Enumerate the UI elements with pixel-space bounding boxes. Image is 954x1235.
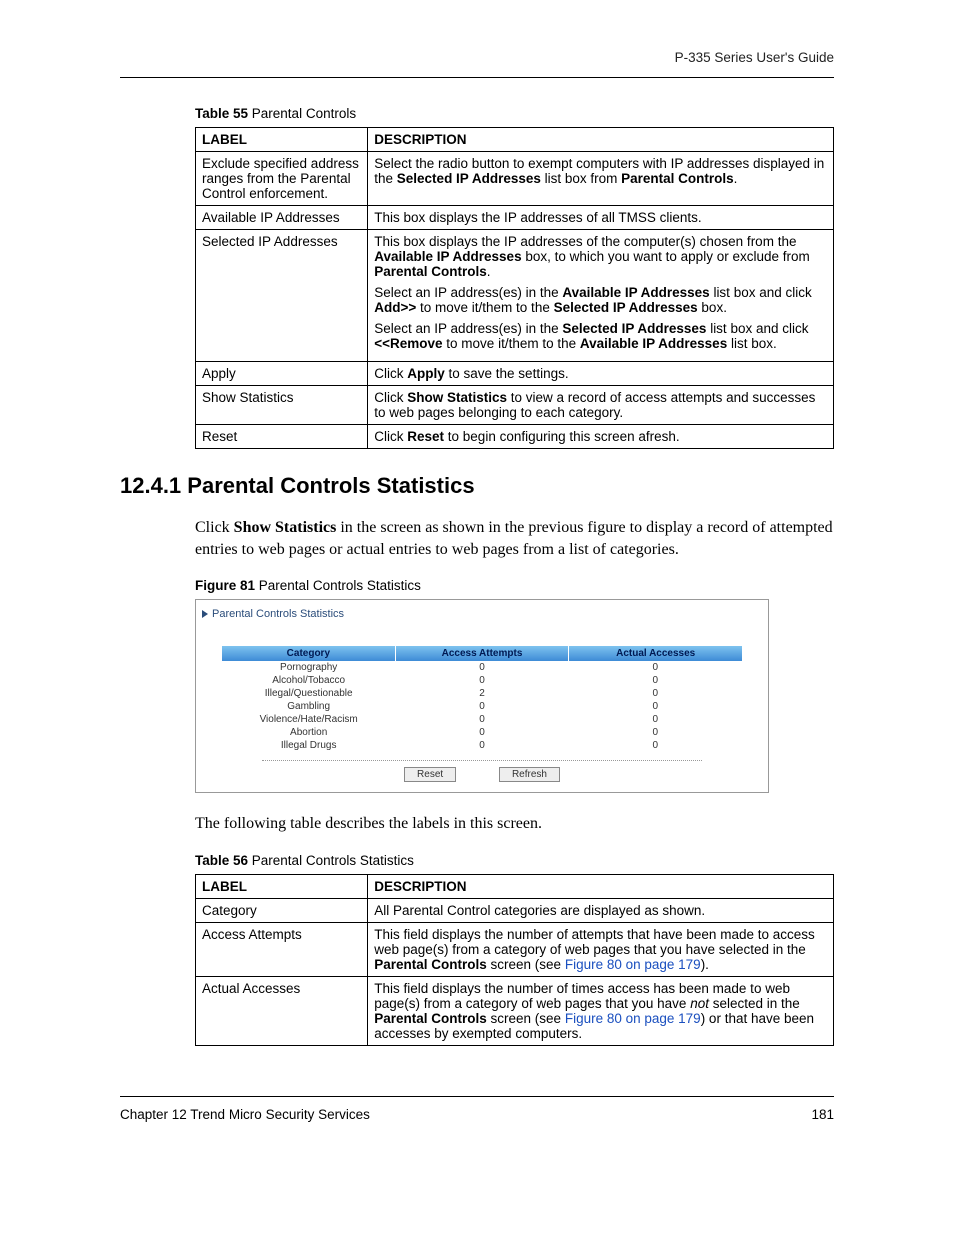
table56-caption-title: Parental Controls Statistics	[248, 853, 414, 868]
table-row: CategoryAll Parental Control categories …	[196, 898, 834, 922]
cross-reference-link[interactable]: Figure 80 on page 179	[565, 957, 701, 972]
figure-button-row: Reset Refresh	[202, 767, 762, 782]
table-row: Available IP AddressesThis box displays …	[196, 206, 834, 230]
figure81-caption-title: Parental Controls Statistics	[255, 578, 421, 593]
stats-header-cell: Access Attempts	[396, 646, 570, 661]
table-row: Access AttemptsThis field displays the n…	[196, 922, 834, 976]
table-row: Selected IP AddressesThis box displays t…	[196, 230, 834, 362]
figure-divider	[262, 760, 702, 761]
table55: LABEL DESCRIPTION Exclude specified addr…	[195, 127, 834, 449]
table-row: Show StatisticsClick Show Statistics to …	[196, 386, 834, 425]
table55-head-desc: DESCRIPTION	[368, 128, 834, 152]
stats-table: CategoryAccess AttemptsActual Accesses P…	[202, 646, 762, 752]
table-row: Actual AccessesThis field displays the n…	[196, 976, 834, 1045]
table55-caption: Table 55 Parental Controls	[195, 106, 834, 121]
table56-head-desc: DESCRIPTION	[368, 874, 834, 898]
stats-row: Alcohol/Tobacco00	[222, 674, 742, 687]
stats-cell: 0	[569, 661, 742, 674]
figure81-caption-number: Figure 81	[195, 578, 255, 593]
stats-cell: 0	[395, 700, 568, 713]
stats-header-cell: Category	[222, 646, 396, 661]
stats-cell: 0	[395, 713, 568, 726]
stats-cell: Gambling	[222, 700, 395, 713]
figure81-panel: Parental Controls Statistics CategoryAcc…	[195, 599, 769, 793]
table55-caption-number: Table 55	[195, 106, 248, 121]
stats-cell: 0	[569, 674, 742, 687]
refresh-button[interactable]: Refresh	[499, 767, 560, 782]
stats-cell: 2	[395, 687, 568, 700]
table-cell-description: Click Apply to save the settings.	[368, 362, 834, 386]
stats-cell: Pornography	[222, 661, 395, 674]
table-row: ResetClick Reset to begin configuring th…	[196, 425, 834, 449]
stats-cell: 0	[395, 726, 568, 739]
stats-row: Illegal Drugs00	[222, 739, 742, 752]
stats-cell: 0	[569, 687, 742, 700]
stats-cell: 0	[569, 713, 742, 726]
table-row: Exclude specified address ranges from th…	[196, 152, 834, 206]
table-cell-description: This field displays the number of times …	[368, 976, 834, 1045]
stats-header-row: CategoryAccess AttemptsActual Accesses	[222, 646, 742, 661]
table56-caption-number: Table 56	[195, 853, 248, 868]
stats-row: Illegal/Questionable20	[222, 687, 742, 700]
table-cell-label: Actual Accesses	[196, 976, 368, 1045]
table-cell-label: Available IP Addresses	[196, 206, 368, 230]
table-cell-description: This box displays the IP addresses of th…	[368, 230, 834, 362]
table55-head-label: LABEL	[196, 128, 368, 152]
running-header: P-335 Series User's Guide	[120, 50, 834, 78]
reset-button[interactable]: Reset	[404, 767, 456, 782]
table-cell-description: This field displays the number of attemp…	[368, 922, 834, 976]
table56-head-label: LABEL	[196, 874, 368, 898]
table-cell-label: Show Statistics	[196, 386, 368, 425]
stats-cell: 0	[395, 674, 568, 687]
stats-cell: 0	[395, 661, 568, 674]
table-cell-label: Apply	[196, 362, 368, 386]
stats-row: Gambling00	[222, 700, 742, 713]
footer-chapter: Chapter 12 Trend Micro Security Services	[120, 1107, 370, 1122]
table-cell-description: Click Reset to begin configuring this sc…	[368, 425, 834, 449]
stats-cell: 0	[569, 739, 742, 752]
section-heading-12-4-1: 12.4.1 Parental Controls Statistics	[120, 473, 834, 499]
table-cell-description: Click Show Statistics to view a record o…	[368, 386, 834, 425]
cross-reference-link[interactable]: Figure 80 on page 179	[565, 1011, 701, 1026]
table-row: ApplyClick Apply to save the settings.	[196, 362, 834, 386]
stats-cell: 0	[395, 739, 568, 752]
table-cell-label: Exclude specified address ranges from th…	[196, 152, 368, 206]
content-block: Table 55 Parental Controls LABEL DESCRIP…	[195, 106, 834, 449]
page: P-335 Series User's Guide Table 55 Paren…	[0, 0, 954, 1162]
after-figure-paragraph: The following table describes the labels…	[195, 813, 834, 835]
stats-cell: Violence/Hate/Racism	[222, 713, 395, 726]
stats-cell: Illegal Drugs	[222, 739, 395, 752]
stats-row: Pornography00	[222, 661, 742, 674]
stats-cell: Alcohol/Tobacco	[222, 674, 395, 687]
figure81-caption: Figure 81 Parental Controls Statistics	[195, 578, 834, 593]
figure81-panel-title: Parental Controls Statistics	[212, 608, 344, 620]
triangle-icon	[202, 610, 208, 618]
table56-caption: Table 56 Parental Controls Statistics	[195, 853, 834, 868]
table-cell-description: All Parental Control categories are disp…	[368, 898, 834, 922]
table-cell-label: Category	[196, 898, 368, 922]
stats-header-cell: Actual Accesses	[569, 646, 742, 661]
stats-cell: 0	[569, 726, 742, 739]
table55-caption-title: Parental Controls	[248, 106, 356, 121]
figure81-panel-title-row: Parental Controls Statistics	[202, 608, 762, 620]
stats-row: Violence/Hate/Racism00	[222, 713, 742, 726]
table-cell-description: This box displays the IP addresses of al…	[368, 206, 834, 230]
stats-cell: Illegal/Questionable	[222, 687, 395, 700]
table-cell-label: Reset	[196, 425, 368, 449]
running-footer: Chapter 12 Trend Micro Security Services…	[120, 1096, 834, 1122]
footer-page-number: 181	[811, 1107, 834, 1122]
table-cell-label: Selected IP Addresses	[196, 230, 368, 362]
stats-cell: Abortion	[222, 726, 395, 739]
intro-paragraph: Click Show Statistics in the screen as s…	[195, 517, 834, 560]
table-cell-label: Access Attempts	[196, 922, 368, 976]
stats-row: Abortion00	[222, 726, 742, 739]
stats-cell: 0	[569, 700, 742, 713]
table-cell-description: Select the radio button to exempt comput…	[368, 152, 834, 206]
table56: LABEL DESCRIPTION CategoryAll Parental C…	[195, 874, 834, 1046]
